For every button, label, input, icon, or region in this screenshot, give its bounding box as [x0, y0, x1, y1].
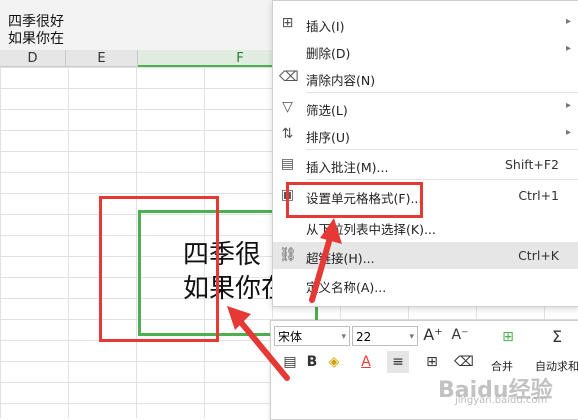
comment-icon: ▤ — [280, 156, 295, 172]
submenu-arrow-icon: ▸ — [565, 127, 571, 138]
insert-icon: ⊞ — [281, 15, 294, 31]
decrease-font-icon[interactable]: A⁻ — [449, 324, 471, 346]
eraser-icon: ⌫ — [279, 69, 299, 85]
submenu-arrow-icon: ▸ — [565, 16, 571, 27]
formula-line-1: 四季很好 — [8, 14, 64, 30]
clear-format-icon[interactable]: ⌫ — [453, 351, 475, 373]
submenu-arrow-icon: ▸ — [565, 100, 571, 111]
increase-font-icon[interactable]: A⁺ — [422, 324, 444, 346]
autosum-icon[interactable]: Σ — [546, 326, 568, 348]
menu-separator — [306, 179, 578, 180]
formula-line-2: 如果你在 — [8, 31, 64, 47]
menu-item-insert[interactable]: ⊞ 插入(I) ▸ — [273, 10, 578, 37]
sort-icon: ⇅ — [281, 126, 294, 142]
merge-icon[interactable]: ⊞ — [497, 326, 519, 348]
menu-item-delete[interactable]: 删除(D) ▸ — [273, 37, 578, 64]
font-color-icon[interactable]: A — [355, 351, 377, 373]
annotation-arrow-cell — [227, 306, 290, 381]
annotation-box-cell — [99, 196, 219, 342]
link-icon: ⛓ — [279, 247, 297, 263]
column-header-d[interactable]: D — [0, 50, 66, 67]
formula-bar-content[interactable]: 四季很好 如果你在 — [8, 14, 64, 48]
menu-item-sort[interactable]: ⇅ 排序(U) ▸ — [273, 121, 578, 148]
menu-separator — [306, 92, 578, 93]
column-header-e[interactable]: E — [66, 50, 138, 67]
filter-icon: ▽ — [282, 99, 293, 115]
menu-item-filter[interactable]: ▽ 筛选(L) ▸ — [273, 94, 578, 121]
chevron-down-icon: ▾ — [409, 332, 414, 342]
border-icon[interactable]: ⊞ — [421, 351, 443, 373]
watermark-url: jingyan.baidu.com — [455, 395, 548, 406]
fill-color-icon[interactable]: ◈ — [323, 351, 345, 373]
align-center-icon[interactable]: ≡ — [387, 351, 409, 373]
menu-separator — [306, 149, 578, 150]
annotation-box-format-cells — [286, 182, 423, 218]
menu-item-clear-content[interactable]: ⌫ 清除内容(N) — [273, 64, 578, 91]
font-size-select[interactable]: 22 ▾ — [352, 326, 418, 346]
annotation-arrow-menu — [309, 218, 342, 303]
bold-icon[interactable]: B — [301, 351, 323, 373]
chevron-down-icon: ▾ — [341, 332, 346, 342]
submenu-arrow-icon: ▸ — [565, 43, 571, 54]
menu-item-insert-comment[interactable]: ▤ 插入批注(M)... Shift+F2 — [273, 151, 578, 178]
